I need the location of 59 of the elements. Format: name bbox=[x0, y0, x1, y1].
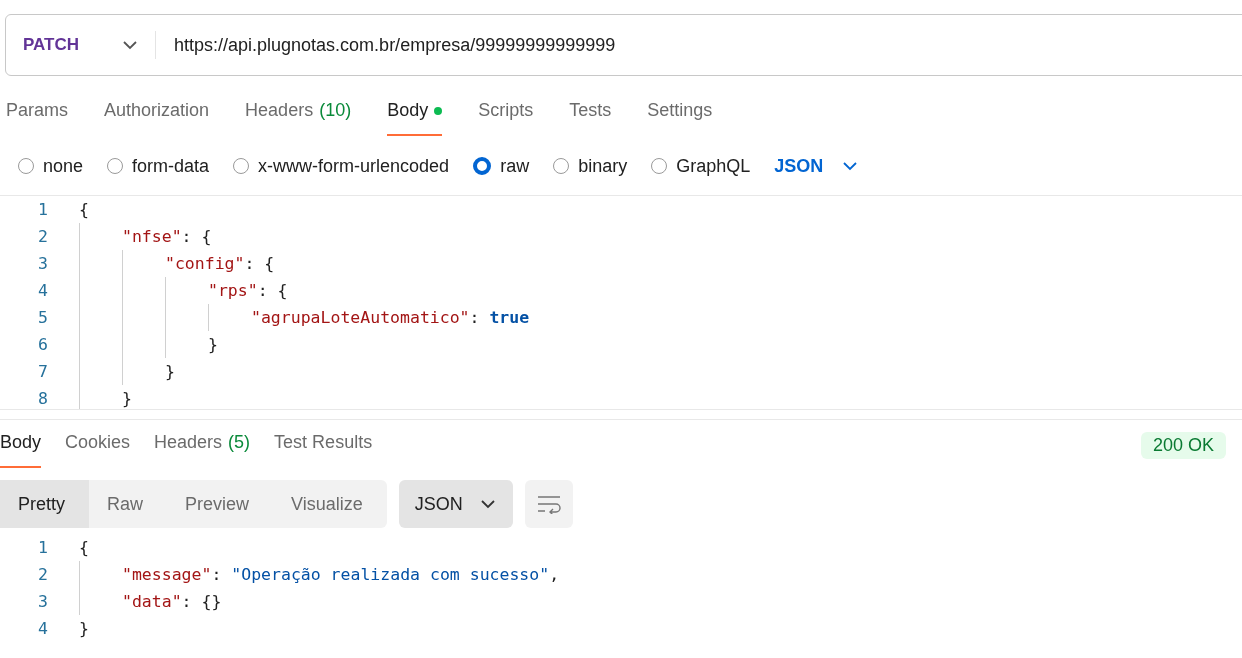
code-line: } bbox=[208, 335, 218, 354]
code-line: "message": "Operação realizada com sucesso", bbox=[122, 565, 560, 584]
request-tab[interactable]: Scripts bbox=[478, 100, 534, 136]
line-number: 1 bbox=[37, 200, 49, 219]
url-input[interactable]: https://api.plugnotas.com.br/empresa/99999999999999 bbox=[156, 34, 616, 56]
line-number: 7 bbox=[37, 362, 49, 381]
view-mode-button[interactable]: Visualize bbox=[273, 480, 387, 528]
response-tab[interactable]: Test Results bbox=[274, 432, 373, 468]
status-badge: 200 OK bbox=[1140, 432, 1226, 459]
radio-label: binary bbox=[578, 155, 628, 177]
code-line: } bbox=[79, 619, 89, 638]
line-number: 5 bbox=[37, 308, 49, 327]
body-type-radio[interactable]: none bbox=[18, 155, 84, 177]
code-line: } bbox=[122, 389, 132, 408]
line-number: 3 bbox=[37, 254, 49, 273]
line-number: 2 bbox=[37, 227, 49, 246]
body-type-radio[interactable]: binary bbox=[553, 155, 628, 177]
line-number: 2 bbox=[37, 565, 49, 584]
request-tab[interactable]: Authorization bbox=[104, 100, 210, 136]
view-mode-button[interactable]: Raw bbox=[89, 480, 168, 528]
request-tab[interactable]: Settings bbox=[647, 100, 713, 136]
code-line: "config": { bbox=[165, 254, 275, 273]
wrap-lines-icon bbox=[536, 494, 561, 514]
chevron-down-icon bbox=[843, 161, 858, 171]
radio-label: raw bbox=[500, 155, 530, 177]
response-tab[interactable]: Headers (5) bbox=[154, 432, 251, 468]
body-type-radio[interactable]: form-data bbox=[107, 155, 210, 177]
line-number: 1 bbox=[37, 538, 49, 557]
code-line: } bbox=[165, 362, 175, 381]
request-tab[interactable]: Params bbox=[6, 100, 68, 136]
request-tab[interactable]: Tests bbox=[569, 100, 612, 136]
format-dropdown[interactable]: JSON bbox=[774, 155, 858, 177]
response-tab[interactable]: Body bbox=[0, 432, 42, 468]
chevron-down-icon bbox=[480, 499, 495, 509]
request-tab[interactable]: Headers (10) bbox=[245, 100, 352, 136]
code-line: { bbox=[79, 200, 89, 219]
body-type-radio[interactable]: raw bbox=[473, 155, 530, 177]
body-type-radio[interactable]: GraphQL bbox=[651, 155, 751, 177]
code-line: "data": {} bbox=[122, 592, 222, 611]
view-mode-button[interactable]: Preview bbox=[167, 480, 274, 528]
line-number: 4 bbox=[37, 619, 49, 638]
radio-label: form-data bbox=[132, 155, 210, 177]
wrap-lines-button[interactable] bbox=[524, 480, 573, 528]
line-number: 3 bbox=[37, 592, 49, 611]
method-dropdown[interactable]: PATCH bbox=[6, 31, 156, 59]
view-mode-button[interactable]: Pretty bbox=[0, 480, 89, 528]
line-number: 6 bbox=[37, 335, 49, 354]
code-line: "agrupaLoteAutomatico": true bbox=[251, 308, 530, 327]
response-tab[interactable]: Cookies bbox=[65, 432, 131, 468]
format-dropdown[interactable]: JSON bbox=[398, 480, 513, 528]
code-line: "rps": { bbox=[208, 281, 288, 300]
chevron-down-icon bbox=[123, 40, 137, 50]
line-number: 4 bbox=[37, 281, 49, 300]
request-tab[interactable]: Body bbox=[387, 100, 443, 136]
code-line: { bbox=[79, 538, 89, 557]
code-line: "nfse": { bbox=[122, 227, 212, 246]
radio-label: GraphQL bbox=[676, 155, 751, 177]
line-number: 8 bbox=[37, 389, 49, 408]
radio-label: none bbox=[43, 155, 84, 177]
